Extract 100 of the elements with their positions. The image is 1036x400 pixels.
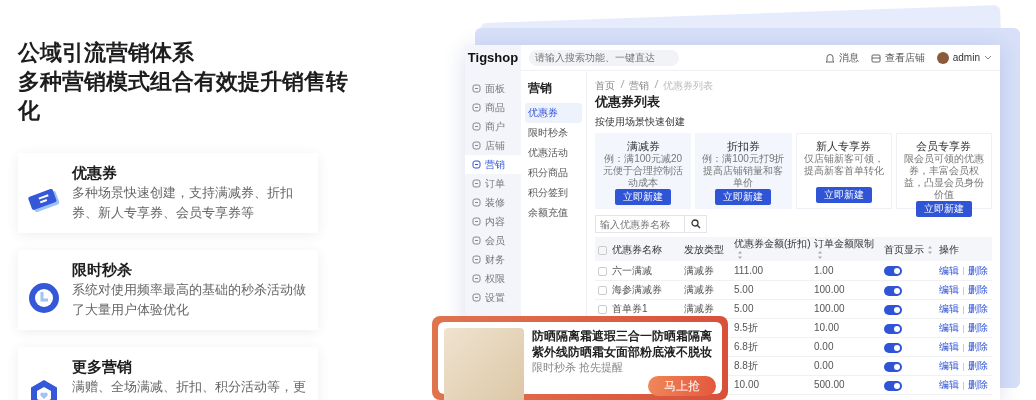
sidebar-item[interactable]: 装修 bbox=[465, 193, 521, 212]
submenu-item[interactable]: 优惠券 bbox=[525, 103, 582, 123]
toggle-switch[interactable] bbox=[884, 342, 902, 353]
create-button[interactable]: 立即新建 bbox=[815, 187, 872, 203]
sidebar-item[interactable]: 商户 bbox=[465, 117, 521, 136]
action-link[interactable]: 编辑 bbox=[939, 284, 959, 296]
action-link[interactable]: 删除 bbox=[968, 265, 988, 277]
sidebar-item[interactable]: 店铺 bbox=[465, 136, 521, 155]
menu-item-icon bbox=[472, 274, 481, 283]
sidebar-item[interactable]: 会员 bbox=[465, 231, 521, 250]
action-link[interactable]: 删除 bbox=[968, 284, 988, 296]
action-link[interactable]: 删除 bbox=[968, 360, 988, 372]
header-link[interactable]: 消息 bbox=[824, 50, 859, 65]
sidebar-item[interactable]: 订单 bbox=[465, 174, 521, 193]
action-link[interactable]: 删除 bbox=[968, 341, 988, 353]
search-field[interactable]: 请输入搜索功能、一键直达 bbox=[529, 49, 679, 66]
column-header[interactable]: 首页显示 bbox=[883, 237, 938, 262]
feature-description: 满赠、全场满减、折扣、积分活动等，更 bbox=[72, 378, 306, 396]
create-button[interactable]: 立即新建 bbox=[915, 201, 972, 217]
toggle-switch[interactable] bbox=[884, 304, 902, 315]
action-link[interactable]: 删除 bbox=[968, 322, 988, 334]
sidebar-item[interactable]: 营销 bbox=[465, 155, 521, 174]
header-link[interactable]: 查看店铺 bbox=[870, 50, 925, 65]
action-link[interactable]: 删除 bbox=[968, 379, 988, 391]
table-cell: 1.00 bbox=[814, 265, 834, 277]
store-icon bbox=[870, 52, 881, 63]
sort-icon bbox=[737, 250, 743, 261]
table-cell: 500.00 bbox=[814, 379, 845, 391]
sidebar-item[interactable]: 权限 bbox=[465, 269, 521, 288]
menu-item-icon bbox=[472, 84, 481, 93]
sidebar-item[interactable]: 设置 bbox=[465, 288, 521, 307]
caret-icon bbox=[984, 54, 992, 61]
table-cell: 5.00 bbox=[734, 303, 754, 315]
user-name[interactable]: admin bbox=[952, 50, 980, 65]
checkbox[interactable] bbox=[598, 286, 607, 296]
breadcrumb-item: 优惠券列表 bbox=[663, 79, 713, 93]
feature-title: 更多营销 bbox=[72, 357, 133, 377]
sidebar-item[interactable]: 财务 bbox=[465, 250, 521, 269]
table-cell: 100.00 bbox=[814, 303, 845, 315]
search-field[interactable]: 输入优惠券名称 bbox=[595, 215, 685, 233]
table-cell: 6.8折 bbox=[734, 341, 758, 353]
create-button[interactable]: 立即新建 bbox=[715, 189, 772, 205]
action-link[interactable]: 编辑 bbox=[939, 265, 959, 277]
table-cell: 100.00 bbox=[814, 284, 845, 296]
breadcrumb-item[interactable]: 营销 bbox=[629, 79, 649, 93]
submenu-item[interactable]: 限时秒杀 bbox=[525, 123, 582, 143]
toggle-switch[interactable] bbox=[884, 380, 902, 391]
section-title: 按使用场景快速创建 bbox=[595, 115, 686, 129]
submenu-item[interactable]: 积分商品 bbox=[525, 163, 582, 183]
table-cell: 首单券1 bbox=[612, 303, 648, 315]
table-cell: 0.00 bbox=[814, 360, 834, 372]
feature-title: 优惠券 bbox=[72, 163, 118, 183]
menu-item-icon bbox=[472, 198, 481, 207]
submenu-item[interactable]: 余额充值 bbox=[525, 203, 582, 223]
toggle-switch[interactable] bbox=[884, 361, 902, 372]
promo-subtitle: 限时秒杀 抢先提醒 bbox=[532, 360, 625, 374]
checkbox[interactable] bbox=[598, 245, 607, 255]
card-title: 满减券 bbox=[626, 139, 660, 153]
table-cell: 8.8折 bbox=[734, 360, 758, 372]
table-cell: 111.00 bbox=[734, 265, 764, 277]
toggle-switch[interactable] bbox=[884, 285, 902, 296]
link-label: 查看店铺 bbox=[884, 51, 925, 65]
checkbox[interactable] bbox=[598, 266, 607, 276]
action-link[interactable]: 编辑 bbox=[939, 303, 959, 315]
clock-icon bbox=[28, 282, 60, 314]
sidebar-item[interactable]: 面板 bbox=[465, 79, 521, 98]
menu-item-icon bbox=[472, 160, 481, 169]
menu-item-icon bbox=[472, 103, 481, 112]
card-title: 折扣券 bbox=[726, 139, 760, 153]
avatar bbox=[936, 51, 949, 64]
checkbox[interactable] bbox=[598, 305, 607, 315]
toggle-switch[interactable] bbox=[884, 323, 902, 334]
link-label: 消息 bbox=[838, 51, 859, 65]
column-header[interactable]: 订单金额限制 bbox=[813, 237, 883, 262]
create-button[interactable]: 立即新建 bbox=[615, 189, 672, 205]
submenu-title: 营销 bbox=[528, 80, 553, 97]
card-description: 例：满100元减20元便于合理控制活动成本 bbox=[602, 153, 685, 189]
table-cell: 六一满减 bbox=[612, 265, 652, 277]
product-title: 防晒隔离霜遮瑕三合一防晒霜隔离紫外线防晒霜女面部粉底液不脱妆 bbox=[532, 328, 713, 360]
search-icon bbox=[690, 219, 701, 229]
action-link[interactable]: 编辑 bbox=[939, 379, 959, 391]
headline: 公域引流营销体系 bbox=[18, 39, 195, 67]
submenu-item[interactable]: 积分签到 bbox=[525, 183, 582, 203]
feature-title: 限时秒杀 bbox=[72, 260, 133, 280]
logo: Tigshop bbox=[465, 45, 521, 71]
submenu-item[interactable]: 优惠活动 bbox=[525, 143, 582, 163]
menu-item-icon bbox=[472, 293, 481, 302]
toggle-switch[interactable] bbox=[884, 266, 902, 277]
action-link[interactable]: 删除 bbox=[968, 303, 988, 315]
action-link[interactable]: 编辑 bbox=[939, 341, 959, 353]
search-button[interactable] bbox=[685, 215, 707, 233]
action-link[interactable]: 编辑 bbox=[939, 360, 959, 372]
column-header: 发放类型 bbox=[683, 237, 733, 262]
breadcrumb-item[interactable]: 首页 bbox=[595, 79, 615, 93]
sidebar-item[interactable]: 内容 bbox=[465, 212, 521, 231]
action-link[interactable]: 编辑 bbox=[939, 322, 959, 334]
sidebar-item[interactable]: 商品 bbox=[465, 98, 521, 117]
column-header[interactable]: 优惠券金额(折扣) bbox=[733, 237, 813, 262]
menu-item-icon bbox=[472, 122, 481, 131]
page-title: 优惠券列表 bbox=[595, 93, 661, 111]
